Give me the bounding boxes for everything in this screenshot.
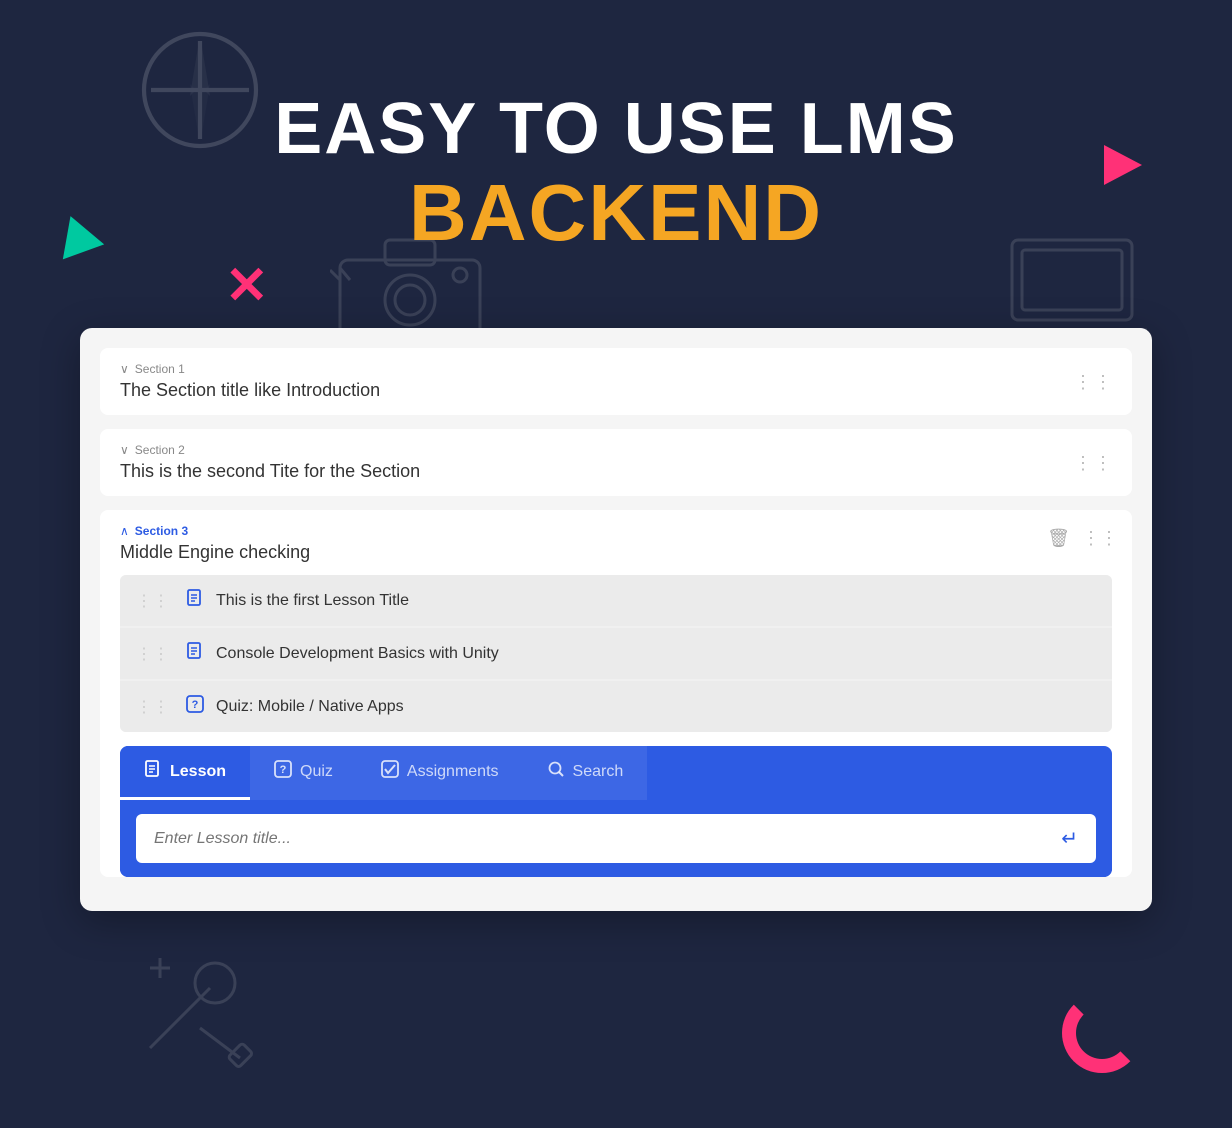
tab-assignments-label: Assignments [407,763,499,781]
tab-assignments-icon [381,760,399,783]
header-line2: BACKEND [0,169,1232,257]
section-2-drag: ⋮⋮ [1074,454,1114,472]
header-area: EASY TO USE LMS BACKEND [0,90,1232,257]
lesson-1-drag: ⋮⋮ [136,591,170,611]
lesson-2-icon [186,642,204,665]
tab-search-icon [547,760,565,783]
section-3-drag: ⋮⋮ [1082,528,1118,549]
section-1-header: ∨ Section 1 [120,362,1112,376]
section-2-label: Section 2 [135,443,185,457]
section-1: ∨ Section 1 The Section title like Intro… [100,348,1132,415]
tab-assignments[interactable]: Assignments [357,746,523,800]
section-3-actions: 🗑 ⋮⋮ [1043,524,1118,553]
pink-x: ✕ [225,260,269,312]
tab-lesson-icon [144,760,162,783]
lesson-2-drag: ⋮⋮ [136,644,170,664]
section-1-chevron: ∨ [120,362,129,376]
svg-text:?: ? [192,699,199,711]
content-tabs: Lesson ? Quiz [120,746,1112,800]
section-2-title: This is the second Tite for the Section [120,461,1112,482]
table-row: ⋮⋮ ? Quiz: Mobile / Native Apps [120,681,1112,732]
table-row: ⋮⋮ This is the first Lesson Title [120,575,1112,626]
svg-text:?: ? [280,764,287,776]
section-2-chevron: ∨ [120,443,129,457]
main-card: ∨ Section 1 The Section title like Intro… [80,328,1152,911]
lesson-3-title: Quiz: Mobile / Native Apps [216,698,404,716]
lesson-items-container: ⋮⋮ This is the first Lesson Title ⋮⋮ [120,575,1112,732]
tab-lesson[interactable]: Lesson [120,746,250,800]
tab-quiz-label: Quiz [300,763,333,781]
section-3: ∧ Section 3 Middle Engine checking 🗑 ⋮⋮ … [100,510,1132,877]
section-1-label: Section 1 [135,362,185,376]
tab-quiz-icon: ? [274,760,292,783]
section-3-delete-button[interactable]: 🗑 [1043,524,1074,553]
lesson-1-icon [186,589,204,612]
section-3-title: Middle Engine checking [120,542,1112,563]
table-row: ⋮⋮ Console Development Basics with Unity [120,628,1112,679]
section-2-header: ∨ Section 2 [120,443,1112,457]
quiz-icon: ? [186,695,204,718]
pink-circle-arc [1062,993,1142,1073]
section-3-chevron: ∧ [120,524,129,538]
section-1-drag: ⋮⋮ [1074,373,1114,391]
lesson-input-wrapper: ↵ [136,814,1096,863]
lesson-3-drag: ⋮⋮ [136,697,170,717]
submit-lesson-button[interactable]: ↵ [1043,814,1096,863]
section-2: ∨ Section 2 This is the second Tite for … [100,429,1132,496]
lesson-title-input[interactable] [136,816,1043,862]
section-3-header: ∧ Section 3 [120,524,1112,538]
lesson-1-title: This is the first Lesson Title [216,592,409,610]
tab-quiz[interactable]: ? Quiz [250,746,357,800]
tab-lesson-label: Lesson [170,763,226,781]
header-line1: EASY TO USE LMS [0,90,1232,169]
add-content-area: Lesson ? Quiz [120,746,1112,877]
section-1-title: The Section title like Introduction [120,380,1112,401]
tab-search-label: Search [573,763,624,781]
lesson-2-title: Console Development Basics with Unity [216,645,499,663]
tab-search[interactable]: Search [523,746,648,800]
section-3-label: Section 3 [135,524,188,538]
input-row: ↵ [120,800,1112,877]
